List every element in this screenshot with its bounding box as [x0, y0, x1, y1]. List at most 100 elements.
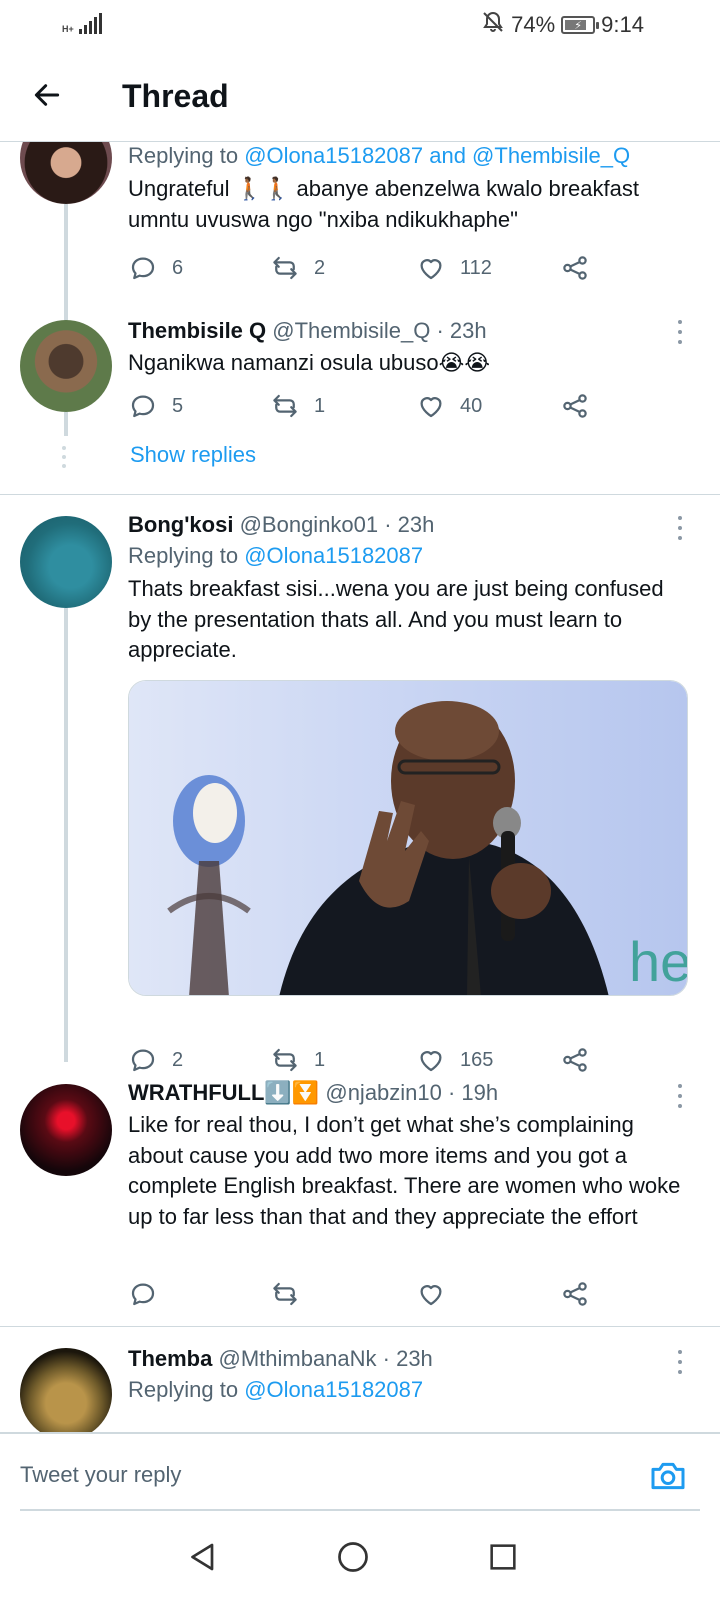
replying-to: Replying to @Olona15182087 and @Thembisi…	[128, 143, 631, 168]
replying-to: Replying to @Olona15182087	[128, 1377, 424, 1402]
nav-recents-button[interactable]	[478, 1532, 528, 1582]
heart-icon	[420, 1051, 442, 1072]
thread-feed[interactable]: Replying to @Olona15182087 and @Thembisi…	[0, 142, 720, 1432]
like-count: 165	[460, 1048, 494, 1071]
divider	[0, 1326, 720, 1327]
app-header: Thread	[0, 48, 720, 142]
author-handle[interactable]: @Thembisile_Q · 23h	[272, 318, 486, 343]
retweet-count: 2	[314, 256, 326, 279]
tweet-image[interactable]: he	[128, 680, 688, 996]
reply-button[interactable]: 2	[128, 1040, 183, 1080]
reply-icon	[131, 257, 155, 280]
more-options-button[interactable]	[670, 1350, 690, 1374]
square-recents-icon	[490, 1544, 516, 1570]
tweet-meta: WRATHFULL⬇️⏬ @njabzin10 · 19h	[128, 1078, 692, 1108]
arrow-left-icon	[34, 84, 60, 106]
avatar[interactable]	[20, 142, 112, 204]
camera-icon	[651, 1462, 685, 1490]
retweet-button[interactable]: 2	[270, 248, 325, 288]
status-bar: H+ 74% ⚡ 9:14	[0, 0, 720, 48]
tweet-meta: Thembisile Q @Thembisile_Q · 23h	[128, 316, 692, 346]
retweet-icon	[273, 1282, 297, 1306]
like-button[interactable]	[416, 1274, 460, 1314]
retweet-icon	[273, 256, 297, 280]
like-count: 112	[460, 256, 492, 279]
author-name[interactable]: Thembisile Q	[128, 318, 266, 343]
tweet-text: Like for real thou, I don’t get what she…	[128, 1112, 681, 1229]
like-button[interactable]: 40	[416, 386, 482, 426]
avatar[interactable]	[20, 1084, 112, 1176]
heart-icon	[420, 1285, 442, 1306]
battery-icon: ⚡	[561, 16, 600, 34]
retweet-count: 1	[314, 394, 326, 417]
avatar[interactable]	[20, 516, 112, 608]
author-name[interactable]: Themba	[128, 1346, 212, 1371]
reply-icon	[131, 1283, 155, 1306]
tweet-text: Ungrateful 🚶🏾🚶🏾 abanye abenzelwa kwalo b…	[128, 176, 639, 232]
reply-count: 6	[172, 256, 184, 279]
nav-back-button[interactable]	[178, 1532, 228, 1582]
share-icon	[563, 1282, 587, 1306]
thread-continuation-dots	[62, 446, 68, 468]
like-count: 40	[460, 394, 483, 417]
retweet-button[interactable]: 1	[270, 386, 325, 426]
reply-count: 5	[172, 394, 184, 417]
avatar[interactable]	[20, 320, 112, 412]
share-icon	[563, 394, 587, 418]
system-nav-bar	[0, 1512, 720, 1600]
author-name[interactable]: WRATHFULL⬇️⏬	[128, 1080, 319, 1105]
retweet-icon	[273, 394, 297, 418]
reply-composer: Tweet your reply	[0, 1432, 720, 1512]
reply-button[interactable]: 6	[128, 248, 183, 288]
clock: 9:14	[601, 12, 644, 37]
retweet-count: 1	[314, 1048, 326, 1071]
reply-input[interactable]: Tweet your reply	[20, 1462, 181, 1488]
back-button[interactable]	[22, 70, 72, 120]
share-icon	[563, 1048, 587, 1072]
reply-mentions[interactable]: @Olona15182087 and @Thembisile_Q	[244, 143, 630, 168]
reply-button[interactable]	[128, 1274, 172, 1314]
nav-home-button[interactable]	[328, 1532, 378, 1582]
retweet-icon	[273, 1048, 297, 1072]
reply-button[interactable]: 5	[128, 386, 183, 426]
share-button[interactable]	[560, 1040, 590, 1080]
tweet-text: Nganikwa namanzi osula ubuso😭😭	[128, 350, 491, 375]
share-button[interactable]	[560, 386, 590, 426]
more-options-button[interactable]	[670, 516, 690, 540]
share-icon	[563, 256, 587, 280]
reply-count: 2	[172, 1048, 184, 1071]
page-title: Thread	[122, 78, 229, 114]
mute-bell-icon	[481, 10, 505, 40]
avatar[interactable]	[20, 1348, 112, 1432]
author-handle[interactable]: @njabzin10 · 19h	[325, 1080, 498, 1105]
camera-button[interactable]	[648, 1456, 688, 1496]
tweet-text: Thats breakfast sisi...wena you are just…	[128, 576, 664, 662]
share-button[interactable]	[560, 248, 590, 288]
author-name[interactable]: Bong'kosi	[128, 512, 233, 537]
like-button[interactable]: 165	[416, 1040, 493, 1080]
retweet-button[interactable]	[270, 1274, 314, 1314]
network-type: H+	[62, 24, 74, 34]
author-handle[interactable]: @MthimbanaNk · 23h	[218, 1346, 432, 1371]
retweet-button[interactable]: 1	[270, 1040, 325, 1080]
svg-text:he: he	[629, 930, 688, 993]
divider	[20, 1509, 700, 1511]
show-replies-link[interactable]: Show replies	[130, 442, 256, 468]
heart-icon	[420, 397, 442, 418]
battery-percent: 74%	[511, 12, 556, 37]
like-button[interactable]: 112	[416, 248, 492, 288]
triangle-back-icon	[191, 1543, 214, 1571]
author-handle[interactable]: @Bonginko01 · 23h	[240, 512, 435, 537]
signal-icon: H+	[62, 12, 102, 34]
reply-icon	[131, 395, 155, 418]
reply-mentions[interactable]: @Olona15182087	[244, 543, 423, 568]
share-button[interactable]	[560, 1274, 590, 1314]
more-options-button[interactable]	[670, 1084, 690, 1108]
heart-icon	[420, 259, 442, 280]
reply-mentions[interactable]: @Olona15182087	[244, 1377, 423, 1402]
more-options-button[interactable]	[670, 320, 690, 344]
tweet-meta: Themba @MthimbanaNk · 23h	[128, 1344, 692, 1374]
circle-home-icon	[338, 1542, 368, 1572]
divider	[0, 494, 720, 495]
tweet-meta: Bong'kosi @Bonginko01 · 23h	[128, 510, 692, 540]
